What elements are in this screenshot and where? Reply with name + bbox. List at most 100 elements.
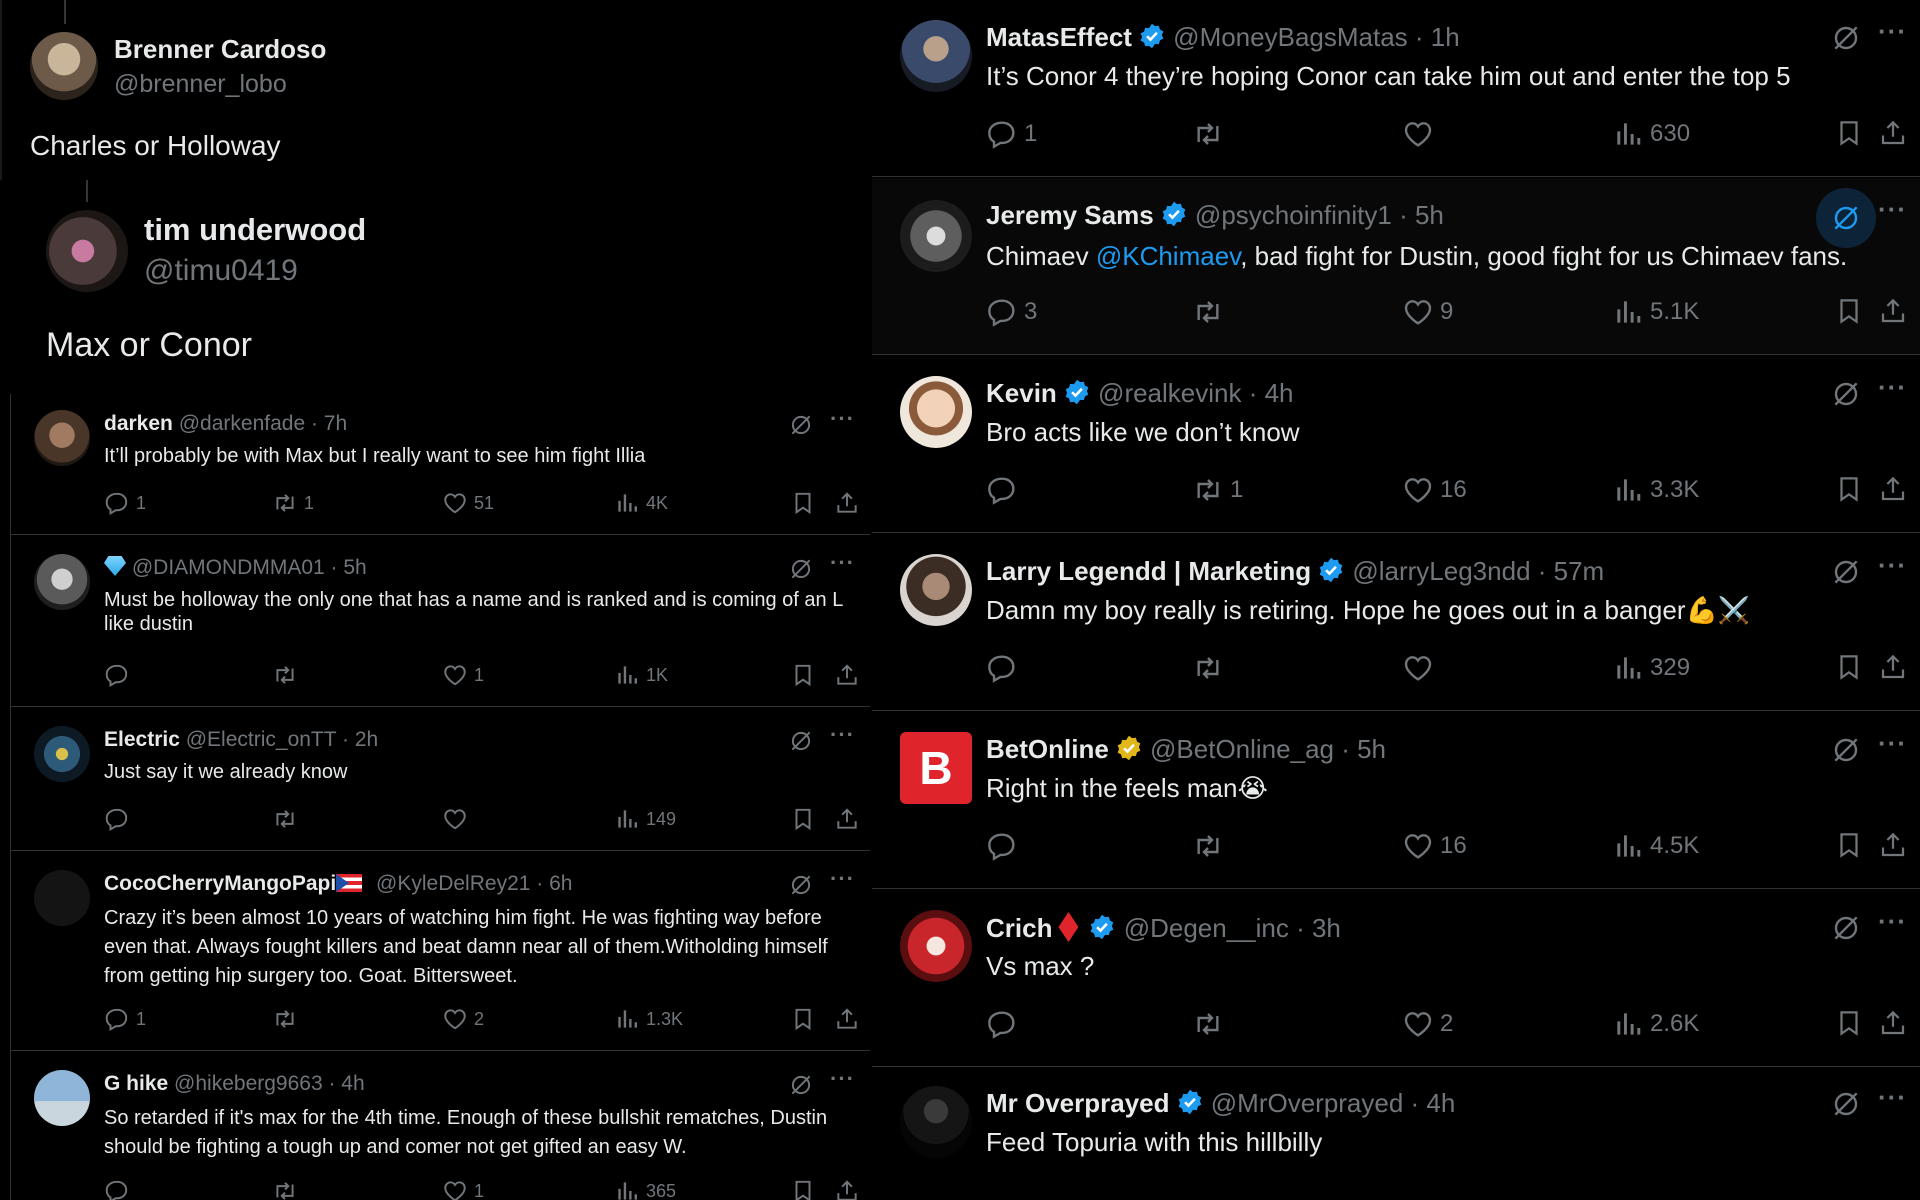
share-button[interactable] [1878, 830, 1908, 860]
grok-icon[interactable] [788, 872, 814, 898]
author-meta[interactable]: @KyleDelRey21 · 6h [376, 872, 572, 895]
views-button[interactable]: 5.1K [1612, 296, 1699, 328]
like-button[interactable]: 2 [442, 1006, 484, 1032]
bookmark-button[interactable] [790, 1006, 816, 1032]
reply-tweet[interactable]: Kevin @realkevink · 4h ··· Bro acts like… [872, 356, 1920, 533]
views-button[interactable]: 149 [614, 806, 676, 832]
avatar[interactable] [900, 910, 972, 982]
bookmark-button[interactable] [1834, 652, 1864, 682]
author-name[interactable]: MatasEffect [986, 22, 1132, 52]
reply-tweet[interactable]: MatasEffect @MoneyBagsMatas · 1h ··· It’… [872, 0, 1920, 177]
avatar[interactable] [900, 376, 972, 448]
author-name[interactable]: tim underwood [144, 212, 366, 248]
more-icon[interactable]: ··· [1878, 1082, 1907, 1113]
reply-button[interactable] [104, 662, 136, 688]
reply-tweet[interactable]: Mr Overprayed @MrOverprayed · 4h ··· Fee… [872, 1068, 1920, 1200]
bookmark-button[interactable] [790, 490, 816, 516]
repost-button[interactable] [1192, 296, 1230, 328]
reply-tweet[interactable]: Crich @Degen__inc · 3h ··· Vs max ? 2 2.… [872, 890, 1920, 1067]
reply-button[interactable] [986, 652, 1024, 684]
views-button[interactable]: 1K [614, 662, 668, 688]
reply-tweet[interactable]: CocoCherryMangoPapi @KyleDelRey21 · 6h ·… [10, 852, 870, 1051]
more-icon[interactable]: ··· [830, 866, 855, 892]
bookmark-button[interactable] [790, 1178, 816, 1200]
bookmark-button[interactable] [790, 806, 816, 832]
views-button[interactable]: 3.3K [1612, 474, 1699, 506]
author-name[interactable]: CocoCherryMangoPapi [104, 872, 336, 895]
reply-button[interactable]: 1 [104, 1006, 146, 1032]
author-meta[interactable]: @psychoinfinity1 · 5h [1195, 200, 1444, 230]
author-meta[interactable]: @larryLeg3ndd · 57m [1352, 556, 1604, 586]
repost-button[interactable] [1192, 830, 1230, 862]
reply-button[interactable] [104, 1178, 136, 1200]
grok-icon[interactable] [1816, 188, 1876, 248]
more-icon[interactable]: ··· [830, 722, 855, 748]
author-name[interactable]: Mr Overprayed [986, 1088, 1170, 1118]
reply-tweet[interactable]: @DIAMONDMMA01 · 5h ··· Must be holloway … [10, 536, 870, 707]
avatar[interactable] [900, 1086, 972, 1158]
more-icon[interactable]: ··· [1878, 550, 1907, 581]
repost-button[interactable]: 1 [272, 490, 314, 516]
reply-tweet[interactable]: G hike @hikeberg9663 · 4h ··· So retarde… [10, 1052, 870, 1200]
author-name[interactable]: BetOnline [986, 734, 1109, 764]
avatar[interactable] [34, 726, 90, 782]
more-icon[interactable]: ··· [1878, 16, 1907, 47]
author-handle[interactable]: @timu0419 [144, 254, 298, 288]
like-button[interactable]: 1 [442, 1178, 484, 1200]
more-icon[interactable]: ··· [1878, 906, 1907, 937]
author-meta[interactable]: @MoneyBagsMatas · 1h [1173, 22, 1460, 52]
like-button[interactable]: 1 [442, 662, 484, 688]
grok-icon[interactable] [788, 728, 814, 754]
views-button[interactable]: 4K [614, 490, 668, 516]
grok-icon[interactable] [1830, 1088, 1862, 1120]
like-button[interactable]: 9 [1402, 296, 1453, 328]
share-button[interactable] [834, 490, 860, 516]
grok-icon[interactable] [788, 412, 814, 438]
repost-button[interactable] [1192, 1008, 1230, 1040]
reply-tweet[interactable]: darken @darkenfade · 7h ··· It’ll probab… [10, 394, 870, 535]
views-button[interactable]: 1.3K [614, 1006, 683, 1032]
avatar-tim[interactable] [46, 210, 128, 292]
author-meta[interactable]: @DIAMONDMMA01 · 5h [132, 556, 367, 579]
share-button[interactable] [1878, 1008, 1908, 1038]
views-button[interactable]: 2.6K [1612, 1008, 1699, 1040]
share-button[interactable] [1878, 296, 1908, 326]
reply-button[interactable] [986, 1008, 1024, 1040]
more-icon[interactable]: ··· [830, 406, 855, 432]
author-meta[interactable]: @darkenfade · 7h [179, 412, 347, 435]
reply-button[interactable] [986, 474, 1024, 506]
mention-link[interactable]: @KChimaev [1096, 241, 1240, 271]
share-button[interactable] [834, 1178, 860, 1200]
author-meta[interactable]: @MrOverprayed · 4h [1211, 1088, 1456, 1118]
grok-icon[interactable] [1830, 22, 1862, 54]
like-button[interactable] [1402, 118, 1440, 150]
more-icon[interactable]: ··· [1878, 372, 1907, 403]
avatar[interactable] [900, 200, 972, 272]
like-button[interactable]: 16 [1402, 474, 1467, 506]
like-button[interactable]: 51 [442, 490, 494, 516]
repost-button[interactable] [272, 1006, 304, 1032]
avatar[interactable] [34, 870, 90, 926]
reply-button[interactable]: 1 [986, 118, 1037, 150]
views-button[interactable]: 365 [614, 1178, 676, 1200]
like-button[interactable] [1402, 652, 1440, 684]
avatar[interactable] [34, 1070, 90, 1126]
author-name[interactable]: Larry Legendd | Marketing [986, 556, 1311, 586]
author-handle[interactable]: @brenner_lobo [114, 70, 287, 99]
avatar[interactable] [34, 410, 90, 466]
author-meta[interactable]: @realkevink · 4h [1098, 378, 1293, 408]
avatar[interactable] [34, 554, 90, 610]
author-meta[interactable]: @Degen__inc · 3h [1124, 913, 1341, 943]
bookmark-button[interactable] [1834, 118, 1864, 148]
reply-tweet[interactable]: Larry Legendd | Marketing @larryLeg3ndd … [872, 534, 1920, 711]
reply-button[interactable]: 3 [986, 296, 1037, 328]
repost-button[interactable]: 1 [1192, 474, 1243, 506]
bookmark-button[interactable] [1834, 474, 1864, 504]
like-button[interactable]: 2 [1402, 1008, 1453, 1040]
reply-tweet[interactable]: Electric @Electric_onTT · 2h ··· Just sa… [10, 708, 870, 851]
share-button[interactable] [834, 1006, 860, 1032]
author-name[interactable]: Kevin [986, 378, 1057, 408]
avatar[interactable] [900, 554, 972, 626]
author-name[interactable]: Electric [104, 728, 180, 751]
author-name[interactable]: Brenner Cardoso [114, 34, 326, 65]
